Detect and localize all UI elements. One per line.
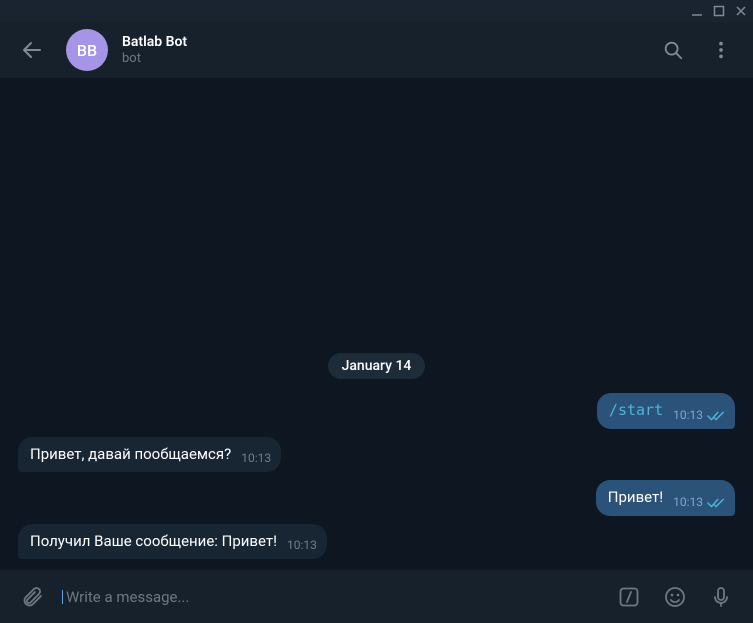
window-titlebar xyxy=(0,0,753,22)
read-ticks-icon xyxy=(707,410,725,422)
read-ticks-icon xyxy=(707,497,725,509)
message-text: Привет! xyxy=(608,488,663,508)
date-separator: January 14 xyxy=(328,353,426,379)
emoji-button[interactable] xyxy=(655,577,695,617)
chat-title-block[interactable]: Batlab Bot bot xyxy=(122,34,639,66)
message-input[interactable]: Write a message... xyxy=(62,588,599,606)
message-time: 10:13 xyxy=(287,538,317,554)
message-row: /start 10:13 xyxy=(18,393,735,429)
message-time: 10:13 xyxy=(673,495,703,511)
message-input-placeholder: Write a message... xyxy=(62,588,189,606)
message-bubble-in[interactable]: Получил Ваше сообщение: Привет! 10:13 xyxy=(18,524,327,560)
command-button[interactable] xyxy=(609,577,649,617)
chat-header: BB Batlab Bot bot xyxy=(0,22,753,78)
chat-status: bot xyxy=(122,51,639,66)
close-window-icon[interactable] xyxy=(735,5,747,17)
message-bubble-out[interactable]: Привет! 10:13 xyxy=(596,480,735,516)
message-bubble-out[interactable]: /start 10:13 xyxy=(597,393,735,429)
message-meta: 10:13 xyxy=(673,495,725,511)
message-bubble-in[interactable]: Привет, давай пообщаемся? 10:13 xyxy=(18,437,281,473)
message-row: Получил Ваше сообщение: Привет! 10:13 xyxy=(18,524,735,560)
message-meta: 10:13 xyxy=(241,451,271,467)
chat-avatar[interactable]: BB xyxy=(66,29,108,71)
minimize-window-icon[interactable] xyxy=(691,5,703,17)
message-text: Привет, давай пообщаемся? xyxy=(30,445,231,465)
message-text: Получил Ваше сообщение: Привет! xyxy=(30,532,277,552)
message-list[interactable]: January 14 /start 10:13 Привет, давай по… xyxy=(0,78,753,569)
chat-name: Batlab Bot xyxy=(122,34,639,50)
message-row: Привет! 10:13 xyxy=(18,480,735,516)
message-row: Привет, давай пообщаемся? 10:13 xyxy=(18,437,735,473)
voice-button[interactable] xyxy=(701,577,741,617)
menu-button[interactable] xyxy=(701,30,741,70)
attach-button[interactable] xyxy=(12,577,52,617)
back-button[interactable] xyxy=(12,30,52,70)
avatar-initials: BB xyxy=(77,41,97,60)
message-meta: 10:13 xyxy=(287,538,317,554)
message-time: 10:13 xyxy=(673,408,703,424)
search-button[interactable] xyxy=(653,30,693,70)
message-meta: 10:13 xyxy=(673,408,725,424)
header-actions xyxy=(653,30,741,70)
message-time: 10:13 xyxy=(241,451,271,467)
message-text: /start xyxy=(609,401,663,421)
composer-actions xyxy=(609,577,741,617)
maximize-window-icon[interactable] xyxy=(713,5,725,17)
message-composer: Write a message... xyxy=(0,569,753,623)
